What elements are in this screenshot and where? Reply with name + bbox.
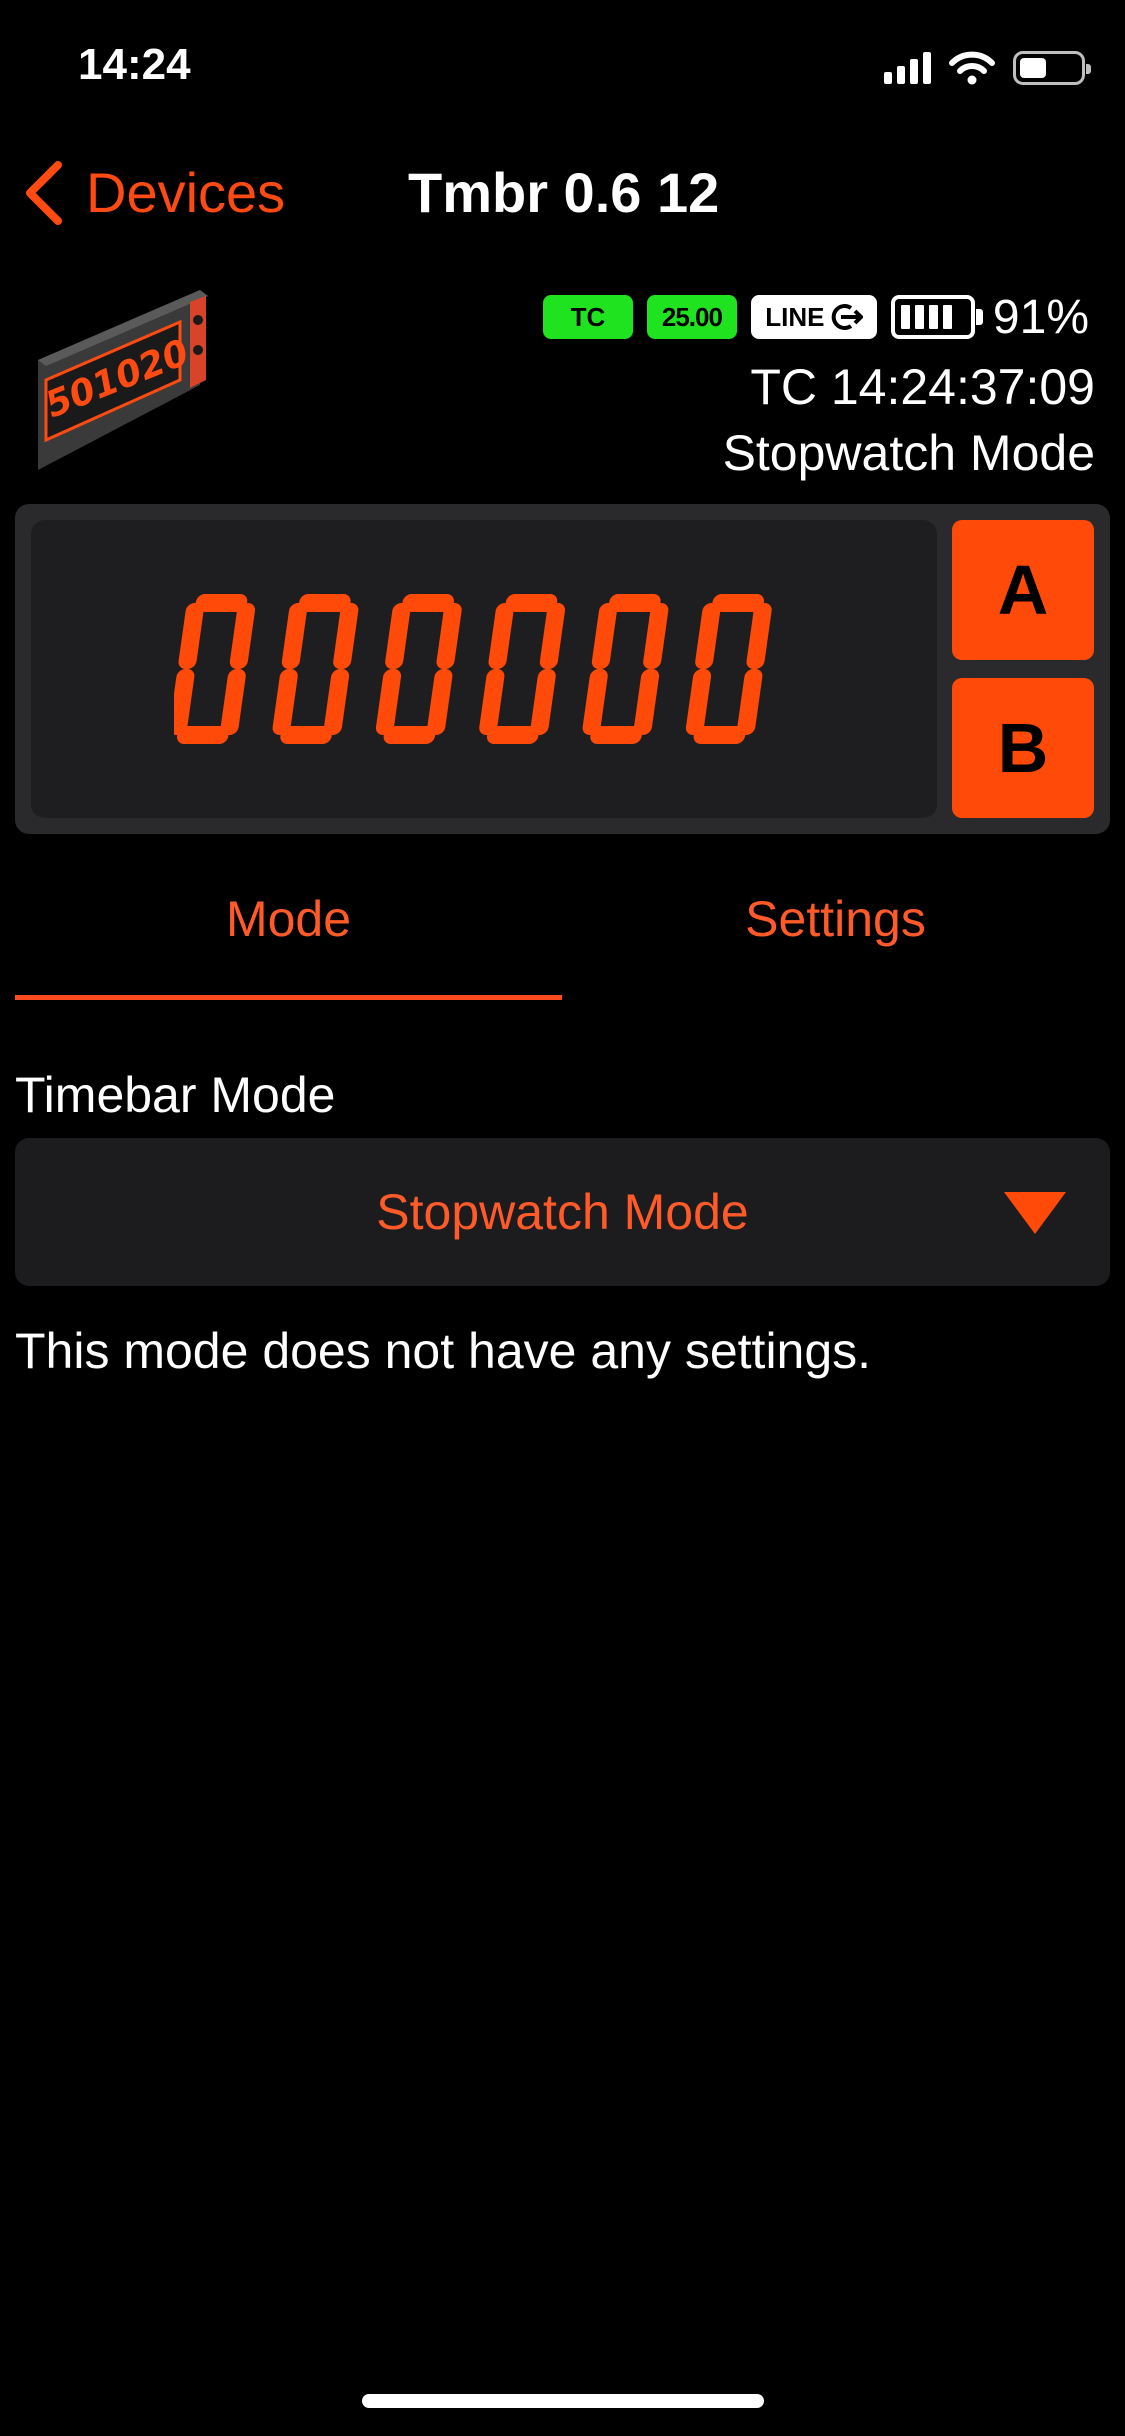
digits-wrapper	[31, 520, 937, 818]
phone-battery-icon	[1013, 51, 1091, 85]
timebar-display-panel: A B	[15, 504, 1110, 834]
status-time: 14:24	[78, 40, 191, 89]
battery-percent: 91%	[992, 290, 1089, 344]
digit-segment	[582, 669, 608, 735]
digit-segment	[685, 669, 712, 735]
digit-segment	[281, 603, 308, 669]
tab-settings[interactable]: Settings	[562, 890, 1109, 948]
digit-segment	[746, 603, 772, 669]
digit-segment	[229, 603, 256, 669]
active-tab-indicator	[15, 995, 562, 1000]
status-icons	[884, 48, 1091, 88]
digit-segment	[220, 669, 246, 735]
digit-segment	[323, 669, 350, 735]
digit-segment	[643, 603, 669, 669]
wifi-icon	[949, 51, 995, 85]
mode-info-text: This mode does not have any settings.	[15, 1323, 872, 1379]
timecode-readout: TC 14:24:37:09	[750, 359, 1095, 415]
digit-segment	[591, 603, 618, 669]
digit-segment	[178, 603, 204, 669]
back-button[interactable]: Devices	[24, 160, 285, 225]
chevron-left-icon	[26, 160, 62, 225]
line-badge-label: LINE	[765, 301, 825, 332]
timebar-mode-selected: Stopwatch Mode	[376, 1184, 749, 1240]
digit-segment	[539, 603, 566, 669]
button-a[interactable]: A	[952, 520, 1094, 660]
digit-segment	[427, 669, 453, 735]
page-title: Tmbr 0.6 12	[408, 161, 720, 224]
back-button-label: Devices	[86, 161, 286, 224]
button-b[interactable]: B	[952, 678, 1094, 818]
digit-segment	[174, 669, 195, 735]
display-digit	[582, 594, 669, 744]
digit-segment	[530, 669, 556, 735]
display-digit	[685, 594, 772, 744]
line-badge: LINE	[750, 295, 877, 339]
tab-mode[interactable]: Mode	[15, 890, 562, 948]
display-digit	[174, 594, 256, 744]
digit-segment	[633, 669, 660, 735]
display-digit	[479, 594, 566, 744]
device-status-badges: TC 25.00 LINE 91%	[542, 290, 1089, 344]
triangle-down-icon	[1004, 1192, 1066, 1234]
device-mode-readout: Stopwatch Mode	[722, 425, 1095, 481]
home-indicator[interactable]	[362, 2394, 764, 2408]
timebar-mode-label: Timebar Mode	[15, 1067, 336, 1123]
timebar-device-image: 501020	[38, 290, 208, 470]
display-digit	[375, 594, 462, 744]
digit-segment	[333, 603, 359, 669]
tc-badge: TC	[542, 295, 633, 339]
device-battery-icon	[890, 295, 983, 339]
timebar-mode-select[interactable]: Stopwatch Mode	[15, 1138, 1110, 1286]
digit-segment	[385, 603, 411, 669]
digit-segment	[737, 669, 763, 735]
digit-segment	[436, 603, 462, 669]
digit-display	[31, 520, 937, 818]
line-output-icon	[831, 304, 863, 330]
digit-segment	[695, 603, 721, 669]
digit-segment	[479, 669, 505, 735]
fps-badge: 25.00	[646, 295, 737, 339]
digit-segment	[272, 669, 298, 735]
digit-segment	[375, 669, 402, 735]
digit-readout	[174, 594, 772, 744]
app-screen: 14:24 Devices Tmbr 0.6 12 501020 TC 25.0…	[0, 0, 1125, 2436]
digit-segment	[488, 603, 514, 669]
display-digit	[272, 594, 359, 744]
cellular-signal-icon	[884, 52, 931, 84]
